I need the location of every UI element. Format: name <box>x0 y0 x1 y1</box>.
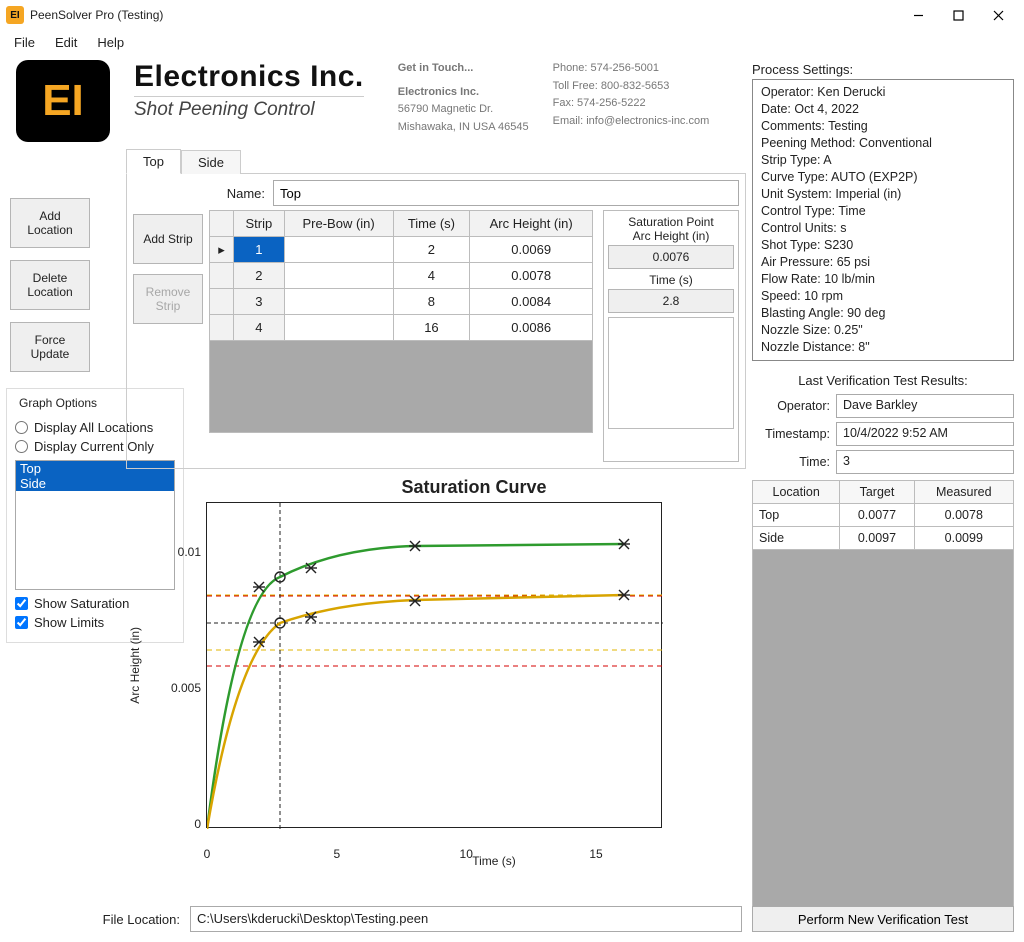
brand-text: Electronics Inc. Shot Peening Control <box>134 60 364 121</box>
name-label: Name: <box>209 186 265 201</box>
display-current-radio[interactable] <box>15 440 28 453</box>
saturation-point-panel: Saturation Point Arc Height (in) 0.0076 … <box>603 210 739 462</box>
show-limits-checkbox[interactable] <box>15 616 28 629</box>
process-settings-box: Operator: Ken DeruckiDate: Oct 4, 2022Co… <box>752 79 1014 361</box>
menu-edit[interactable]: Edit <box>55 35 77 50</box>
close-button[interactable] <box>978 1 1018 29</box>
contact-phone: Phone: 574-256-5001 Toll Free: 800-832-5… <box>553 60 710 130</box>
display-all-radio[interactable] <box>15 421 28 434</box>
verif-timestamp: 10/4/2022 9:52 AM <box>836 422 1014 446</box>
table-row: Top0.00770.0078 <box>753 504 1014 527</box>
app-icon: EI <box>6 6 24 24</box>
strip-data-grid[interactable]: Strip Pre-Bow (in) Time (s) Arc Height (… <box>209 210 593 462</box>
table-row: 380.0084 <box>210 289 593 315</box>
verif-time: 3 <box>836 450 1014 474</box>
logo-icon: EI <box>16 60 110 142</box>
perform-verification-button[interactable]: Perform New Verification Test <box>752 906 1014 932</box>
process-settings-title: Process Settings: <box>752 62 1014 77</box>
saturation-time-value: 2.8 <box>608 289 734 313</box>
force-update-button[interactable]: Force Update <box>10 322 90 372</box>
saturation-chart: Saturation Curve Arc Height (in) 0 0.005… <box>202 477 746 868</box>
verification-title: Last Verification Test Results: <box>752 373 1014 388</box>
show-saturation-checkbox[interactable] <box>15 597 28 610</box>
location-list[interactable]: Top Side <box>15 460 175 590</box>
saturation-arc-value: 0.0076 <box>608 245 734 269</box>
table-row: Side0.00970.0099 <box>753 527 1014 550</box>
add-location-button[interactable]: Add Location <box>10 198 90 248</box>
file-location-path: C:\Users\kderucki\Desktop\Testing.peen <box>190 906 742 932</box>
name-input[interactable] <box>273 180 739 206</box>
menu-file[interactable]: File <box>14 35 35 50</box>
maximize-button[interactable] <box>938 1 978 29</box>
contact-address: Get in Touch... Electronics Inc. 56790 M… <box>398 60 529 136</box>
add-strip-button[interactable]: Add Strip <box>133 214 203 264</box>
menu-bar: File Edit Help <box>0 30 1024 54</box>
remove-strip-button[interactable]: Remove Strip <box>133 274 203 324</box>
tab-side[interactable]: Side <box>181 150 241 174</box>
tab-top[interactable]: Top <box>126 149 181 174</box>
table-row: 4160.0086 <box>210 315 593 341</box>
minimize-button[interactable] <box>898 1 938 29</box>
table-row: ▸120.0069 <box>210 237 593 263</box>
verification-results-table: LocationTargetMeasured Top0.00770.0078 S… <box>752 480 1014 550</box>
delete-location-button[interactable]: Delete Location <box>10 260 90 310</box>
table-row: 240.0078 <box>210 263 593 289</box>
title-bar: EI PeenSolver Pro (Testing) <box>0 0 1024 30</box>
file-location-label: File Location: <box>10 912 180 927</box>
location-tabs: Top Side <box>126 148 746 173</box>
window-title: PeenSolver Pro (Testing) <box>30 8 898 22</box>
location-item-side[interactable]: Side <box>16 476 174 491</box>
menu-help[interactable]: Help <box>97 35 124 50</box>
verif-operator: Dave Barkley <box>836 394 1014 418</box>
